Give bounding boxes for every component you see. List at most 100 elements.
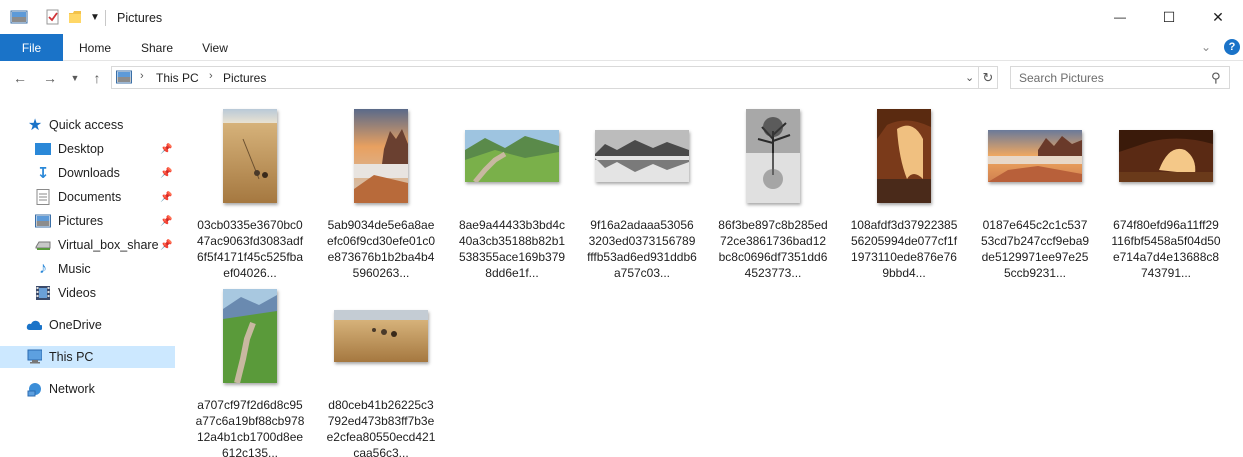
thumbnail — [326, 286, 436, 386]
file-name: 0187e645c2c1c53753cd7b247ccf9eba9de51299… — [980, 218, 1090, 280]
help-icon[interactable]: ? — [1224, 39, 1240, 55]
up-arrow-icon[interactable]: ↑ — [87, 68, 107, 88]
sidebar-item-this-pc[interactable]: This PC — [0, 346, 175, 368]
image-thumbnail — [988, 130, 1082, 182]
sidebar-item-label: Network — [49, 382, 95, 396]
properties-icon[interactable] — [45, 9, 61, 28]
music-icon: ♪ — [39, 260, 47, 277]
sidebar-item-onedrive[interactable]: OneDrive — [0, 314, 175, 336]
file-item[interactable]: 9f16a2adaaa530563203ed0373156789fffb53ad… — [587, 106, 697, 296]
file-name: d80ceb41b26225c3792ed473b83ff7b3ee2cfea8… — [326, 398, 436, 457]
sidebar-item-documents[interactable]: Documents 📌 — [0, 186, 175, 208]
image-thumbnail — [1119, 130, 1213, 182]
file-item[interactable]: d80ceb41b26225c3792ed473b83ff7b3ee2cfea8… — [326, 286, 436, 457]
sidebar-item-network[interactable]: Network — [0, 378, 175, 400]
file-name: 108afdf3d3792238556205994de077cf1f197311… — [850, 218, 958, 280]
breadcrumb-separator-icon[interactable]: › — [140, 70, 144, 82]
address-dropdown-chevron-icon[interactable]: ⌄ — [965, 71, 974, 84]
image-thumbnail — [465, 130, 559, 182]
search-icon[interactable]: ⚲ — [1211, 70, 1221, 86]
thumbnail — [195, 106, 305, 206]
pin-icon[interactable]: 📌 — [160, 192, 172, 203]
tab-share[interactable]: Share — [130, 34, 184, 61]
thumbnail — [326, 106, 436, 206]
file-item[interactable]: 108afdf3d3792238556205994de077cf1f197311… — [849, 106, 959, 296]
file-list: 03cb0335e3670bc047ac9063fd3083adf6f5f417… — [187, 100, 1243, 457]
network-icon — [26, 381, 42, 397]
thumbnail — [1111, 106, 1221, 206]
window-app-icon[interactable] — [10, 9, 28, 28]
pictures-location-icon — [116, 70, 132, 87]
navigation-pane: ★ Quick access Desktop 📌 ↧ Downloads 📌 D… — [0, 108, 182, 457]
drive-icon — [35, 237, 51, 253]
sidebar-item-label: Virtual_box_share — [58, 238, 159, 252]
close-button[interactable]: ✕ — [1195, 0, 1241, 34]
desktop-icon — [35, 141, 51, 157]
back-arrow-icon[interactable]: ← — [10, 68, 30, 88]
pictures-icon — [35, 213, 51, 229]
sidebar-item-desktop[interactable]: Desktop 📌 — [0, 138, 175, 160]
search-input[interactable] — [1019, 70, 1209, 86]
navigation-bar: ← → ▼ ↑ › This PC › Pictures ⌄ ↻ ⚲ — [0, 62, 1243, 94]
sidebar-item-label: Videos — [58, 286, 96, 300]
thumbnail — [718, 106, 828, 206]
file-item[interactable]: a707cf97f2d6d8c95a77c6a19bf88cb97812a4b1… — [195, 286, 305, 457]
file-item[interactable]: 0187e645c2c1c53753cd7b247ccf9eba9de51299… — [980, 106, 1090, 296]
sidebar-item-videos[interactable]: Videos — [0, 282, 175, 304]
star-icon: ★ — [27, 117, 43, 134]
thumbnail — [980, 106, 1090, 206]
file-name: 674f80efd96a11ff29116fbf5458a5f04d50e714… — [1111, 218, 1221, 280]
thumbnail — [457, 106, 567, 206]
sidebar-item-label: This PC — [49, 350, 94, 364]
file-name: 5ab9034de5e6a8aeefc06f9cd30efe01c0e87367… — [326, 218, 436, 280]
thumbnail — [587, 106, 697, 206]
recent-locations-chevron-icon[interactable]: ▼ — [65, 68, 85, 88]
file-item[interactable]: 5ab9034de5e6a8aeefc06f9cd30efe01c0e87367… — [326, 106, 436, 296]
refresh-button[interactable]: ↻ — [979, 66, 998, 89]
image-thumbnail — [595, 130, 689, 182]
file-item[interactable]: 86f3be897c8b285ed72ce3861736bad12bc8c069… — [718, 106, 828, 296]
minimize-button[interactable]: — — [1097, 0, 1143, 34]
title-separator — [105, 10, 106, 26]
cloud-icon — [26, 317, 42, 333]
expand-ribbon-chevron-icon[interactable]: ⌄ — [1201, 40, 1211, 54]
image-thumbnail — [223, 289, 277, 383]
pin-icon[interactable]: 📌 — [160, 144, 172, 155]
sidebar-item-quick-access[interactable]: ★ Quick access — [0, 114, 175, 136]
sidebar-item-downloads[interactable]: ↧ Downloads 📌 — [0, 162, 175, 184]
breadcrumb-pictures[interactable]: Pictures — [223, 71, 266, 85]
sidebar-item-label: OneDrive — [49, 318, 102, 332]
refresh-icon: ↻ — [982, 69, 994, 85]
sidebar-item-music[interactable]: ♪ Music — [0, 258, 175, 280]
minimize-icon: — — [1114, 10, 1126, 24]
new-folder-icon[interactable] — [68, 9, 82, 28]
pin-icon[interactable]: 📌 — [160, 240, 172, 251]
tab-home[interactable]: Home — [68, 34, 122, 61]
sidebar-item-label: Downloads — [58, 166, 120, 180]
sidebar-item-label: Music — [58, 262, 91, 276]
maximize-button[interactable]: ☐ — [1146, 0, 1192, 34]
sidebar-item-pictures[interactable]: Pictures 📌 — [0, 210, 175, 232]
sidebar-item-label: Desktop — [58, 142, 104, 156]
breadcrumb-this-pc[interactable]: This PC — [156, 71, 199, 85]
file-item[interactable]: 674f80efd96a11ff29116fbf5458a5f04d50e714… — [1111, 106, 1221, 296]
image-thumbnail — [746, 109, 800, 203]
sidebar-item-label: Pictures — [58, 214, 104, 228]
sidebar-item-virtual-box-share[interactable]: Virtual_box_share 📌 — [0, 234, 175, 256]
pin-icon[interactable]: 📌 — [160, 168, 172, 179]
customize-toolbar-chevron-icon[interactable]: ▼ — [90, 12, 100, 23]
sidebar-item-label: Documents — [58, 190, 122, 204]
file-item[interactable]: 03cb0335e3670bc047ac9063fd3083adf6f5f417… — [195, 106, 305, 296]
tab-view[interactable]: View — [188, 34, 242, 61]
tab-file[interactable]: File — [0, 34, 63, 61]
address-bar[interactable]: › This PC › Pictures ⌄ — [111, 66, 979, 89]
search-box[interactable]: ⚲ — [1010, 66, 1230, 89]
image-thumbnail — [223, 109, 277, 203]
file-item[interactable]: 8ae9a44433b3bd4c40a3cb35188b82b1538355ac… — [457, 106, 567, 296]
documents-icon — [35, 189, 51, 205]
forward-arrow-icon[interactable]: → — [40, 68, 60, 88]
pin-icon[interactable]: 📌 — [160, 216, 172, 227]
title-bar: ▼ Pictures — ☐ ✕ — [0, 0, 1243, 34]
thumbnail — [849, 106, 959, 206]
breadcrumb-separator-icon[interactable]: › — [209, 70, 213, 82]
